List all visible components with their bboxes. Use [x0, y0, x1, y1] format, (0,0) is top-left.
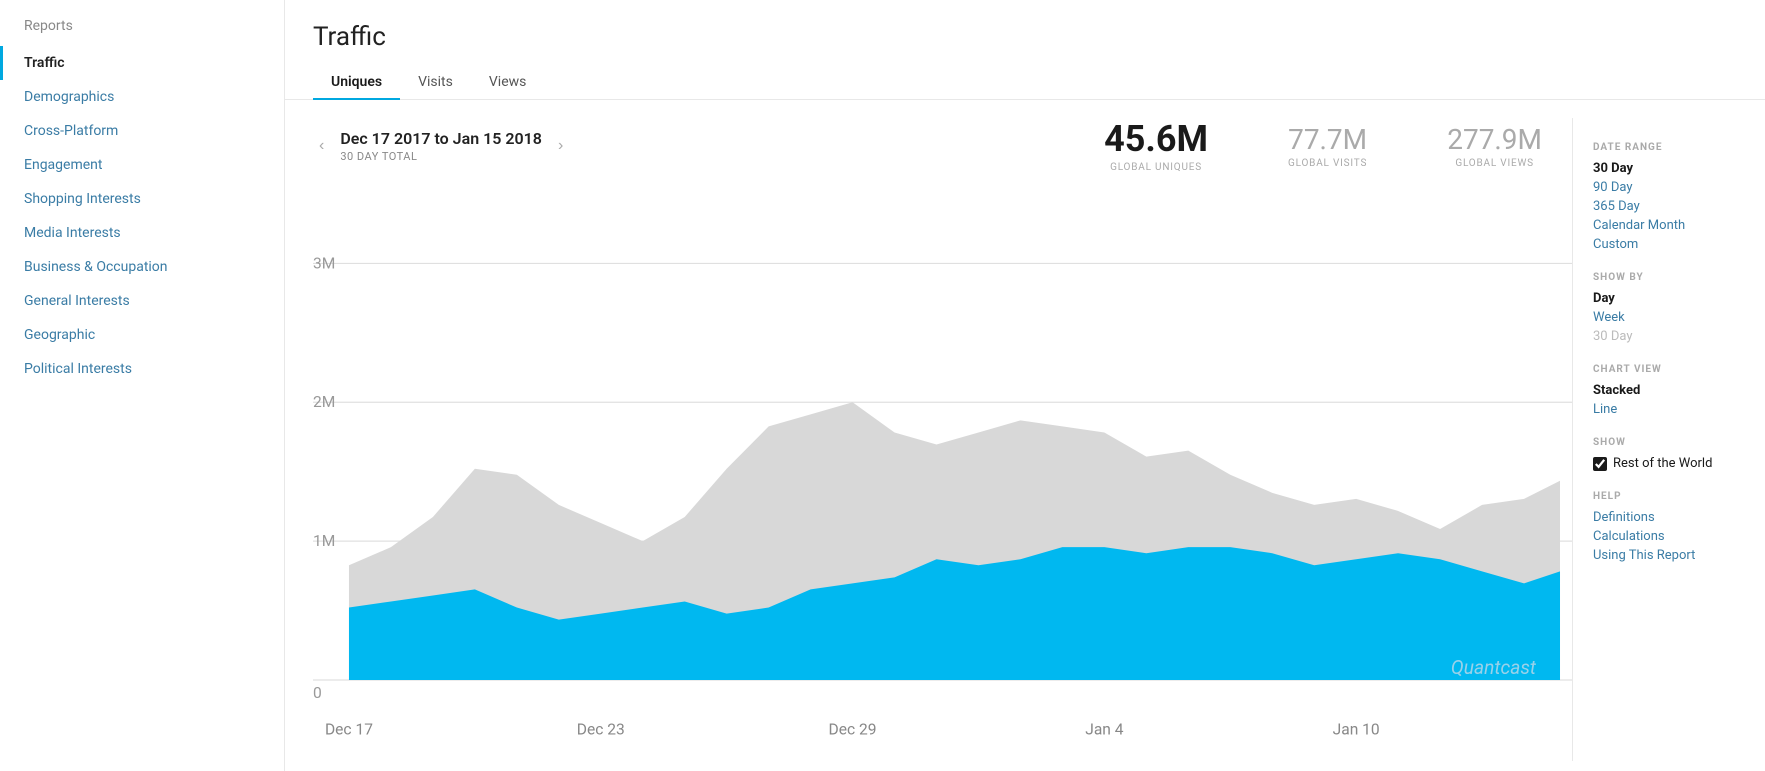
- global-uniques-value: 45.6M: [1104, 118, 1208, 160]
- svg-text:0: 0: [313, 683, 322, 702]
- chart-view-title: Chart View: [1593, 364, 1737, 375]
- show-by-option-day[interactable]: Day: [1593, 289, 1737, 308]
- date-range-options: 30 Day90 Day365 DayCalendar MonthCustom: [1593, 159, 1737, 254]
- sidebar-item-engagement[interactable]: Engagement: [0, 148, 284, 182]
- next-arrow[interactable]: ›: [552, 133, 569, 159]
- date-range-option-30-day[interactable]: 30 Day: [1593, 159, 1737, 178]
- global-views-label: Global Views: [1447, 158, 1542, 169]
- chart-section: ‹ Dec 17 2017 to Jan 15 2018 30 Day Tota…: [285, 100, 1765, 771]
- sidebar-items: TrafficDemographicsCross-PlatformEngagem…: [0, 46, 284, 386]
- stats-row: ‹ Dec 17 2017 to Jan 15 2018 30 Day Tota…: [313, 118, 1572, 173]
- help-options: DefinitionsCalculationsUsing This Report: [1593, 508, 1737, 565]
- svg-text:Dec 29: Dec 29: [829, 719, 877, 738]
- date-range-sub: 30 Day Total: [340, 150, 542, 163]
- date-range-section: Date Range 30 Day90 Day365 DayCalendar M…: [1593, 142, 1737, 254]
- chart-wrapper: 3M 2M 1M 0 Dec 17 Dec 23 Dec 29 Jan 4 Ja…: [313, 191, 1572, 771]
- sidebar-item-cross-platform[interactable]: Cross-Platform: [0, 114, 284, 148]
- sidebar-item-demographics[interactable]: Demographics: [0, 80, 284, 114]
- global-visits-stat: 77.7M Global Visits: [1258, 123, 1397, 169]
- chart-view-section: Chart View StackedLine: [1593, 364, 1737, 419]
- reports-header: Reports: [0, 18, 284, 46]
- svg-text:Jan 4: Jan 4: [1085, 719, 1123, 738]
- main-content: Traffic UniquesVisitsViews ‹ Dec 17 2017…: [285, 0, 1765, 771]
- svg-text:Jan 10: Jan 10: [1333, 719, 1380, 738]
- sidebar-item-business-occupation[interactable]: Business & Occupation: [0, 250, 284, 284]
- tab-uniques[interactable]: Uniques: [313, 66, 400, 100]
- rest-of-world-checkbox[interactable]: [1593, 457, 1607, 471]
- chart-view-option-line[interactable]: Line: [1593, 400, 1737, 419]
- prev-arrow[interactable]: ‹: [313, 133, 330, 159]
- sidebar-item-geographic[interactable]: Geographic: [0, 318, 284, 352]
- show-title: Show: [1593, 437, 1737, 448]
- help-section: Help DefinitionsCalculationsUsing This R…: [1593, 491, 1737, 565]
- help-option-calculations[interactable]: Calculations: [1593, 527, 1737, 546]
- date-range-option-90-day[interactable]: 90 Day: [1593, 178, 1737, 197]
- date-range-option-365-day[interactable]: 365 Day: [1593, 197, 1737, 216]
- global-views-value: 277.9M: [1447, 123, 1542, 156]
- right-panel: Date Range 30 Day90 Day365 DayCalendar M…: [1572, 118, 1737, 761]
- show-by-options: DayWeek30 Day: [1593, 289, 1737, 346]
- global-visits-label: Global Visits: [1288, 158, 1367, 169]
- main-header: Traffic UniquesVisitsViews: [285, 0, 1765, 100]
- sidebar: Reports TrafficDemographicsCross-Platfor…: [0, 0, 285, 771]
- rest-of-world-checkbox-row: Rest of the World: [1593, 454, 1737, 473]
- tab-views[interactable]: Views: [471, 66, 545, 100]
- sidebar-item-traffic[interactable]: Traffic: [0, 46, 284, 80]
- date-range-text: Dec 17 2017 to Jan 15 2018: [340, 129, 542, 148]
- date-range-option-custom[interactable]: Custom: [1593, 235, 1737, 254]
- sidebar-item-shopping-interests[interactable]: Shopping Interests: [0, 182, 284, 216]
- svg-text:Quantcast: Quantcast: [1451, 656, 1537, 679]
- tab-visits[interactable]: Visits: [400, 66, 471, 100]
- sidebar-item-political-interests[interactable]: Political Interests: [0, 352, 284, 386]
- date-range-title: Date Range: [1593, 142, 1737, 153]
- show-by-title: Show By: [1593, 272, 1737, 283]
- sidebar-item-general-interests[interactable]: General Interests: [0, 284, 284, 318]
- svg-text:Dec 17: Dec 17: [325, 719, 373, 738]
- help-title: Help: [1593, 491, 1737, 502]
- svg-text:Dec 23: Dec 23: [577, 719, 625, 738]
- date-range-block: Dec 17 2017 to Jan 15 2018 30 Day Total: [340, 129, 542, 163]
- global-views-stat: 277.9M Global Views: [1417, 123, 1572, 169]
- page-title: Traffic: [313, 22, 1737, 52]
- date-nav: ‹ Dec 17 2017 to Jan 15 2018 30 Day Tota…: [313, 129, 569, 163]
- global-uniques-label: Global Uniques: [1104, 162, 1208, 173]
- date-range-option-calendar-month[interactable]: Calendar Month: [1593, 216, 1737, 235]
- global-visits-value: 77.7M: [1288, 123, 1367, 156]
- show-by-option-30-day: 30 Day: [1593, 327, 1737, 346]
- main-tabs: UniquesVisitsViews: [313, 66, 1737, 99]
- global-uniques-stat: 45.6M Global Uniques: [1074, 118, 1238, 173]
- show-section: Show Rest of the World: [1593, 437, 1737, 473]
- help-option-using-this-report[interactable]: Using This Report: [1593, 546, 1737, 565]
- rest-of-world-label[interactable]: Rest of the World: [1613, 456, 1712, 471]
- show-by-option-week[interactable]: Week: [1593, 308, 1737, 327]
- svg-text:1M: 1M: [313, 531, 335, 550]
- help-option-definitions[interactable]: Definitions: [1593, 508, 1737, 527]
- svg-text:2M: 2M: [313, 392, 335, 411]
- show-by-section: Show By DayWeek30 Day: [1593, 272, 1737, 346]
- chart-container: ‹ Dec 17 2017 to Jan 15 2018 30 Day Tota…: [313, 118, 1572, 761]
- svg-text:3M: 3M: [313, 253, 335, 272]
- chart-view-options: StackedLine: [1593, 381, 1737, 419]
- sidebar-item-media-interests[interactable]: Media Interests: [0, 216, 284, 250]
- traffic-chart: 3M 2M 1M 0 Dec 17 Dec 23 Dec 29 Jan 4 Ja…: [313, 191, 1572, 771]
- chart-view-option-stacked[interactable]: Stacked: [1593, 381, 1737, 400]
